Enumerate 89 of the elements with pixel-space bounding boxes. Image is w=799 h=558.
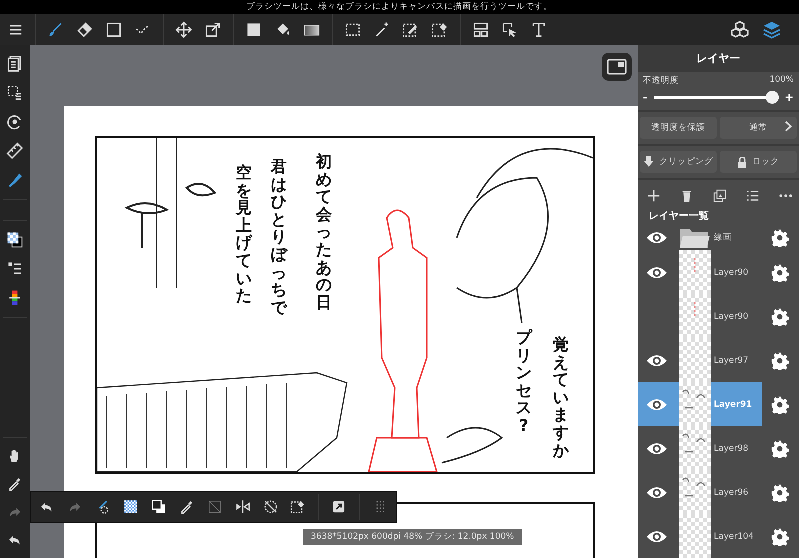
layer-name: Layer91 [714, 400, 752, 410]
filled-square-icon[interactable] [245, 20, 263, 38]
opacity-label: 不透明度 [643, 75, 679, 88]
plus-button[interactable]: + [784, 91, 794, 104]
layer-option-button[interactable]: クリッピング [640, 151, 717, 174]
speech-text: 覚えていますか [552, 336, 570, 460]
eraser-icon[interactable] [76, 20, 94, 38]
layer-option-button[interactable]: 透明度を保護 [640, 117, 717, 140]
eye-icon[interactable] [646, 266, 668, 280]
panel-title: レイヤー [638, 45, 799, 72]
folder-row[interactable]: 線画 [638, 225, 799, 250]
eye-icon[interactable] [646, 442, 668, 456]
clip-arrow-icon [644, 156, 654, 168]
layer-option-button[interactable]: 通常 [720, 117, 797, 140]
canvas-view-button[interactable] [602, 53, 632, 81]
panel-layout-icon[interactable] [472, 20, 490, 38]
layer-thumbnail [679, 514, 711, 558]
layer-name: Layer90 [714, 312, 749, 322]
settings-icon[interactable] [771, 308, 789, 326]
layers-icon[interactable] [762, 20, 782, 40]
selection-list-icon[interactable] [6, 84, 24, 102]
frame-icon [607, 59, 627, 75]
magic-wand-icon[interactable] [373, 20, 391, 38]
eye-icon[interactable] [646, 398, 668, 412]
layer-row[interactable]: Layer90 [638, 250, 799, 294]
layer-name: Layer98 [714, 444, 749, 454]
cubes-icon[interactable] [730, 20, 750, 40]
pointer-icon[interactable] [501, 20, 519, 38]
settings-icon[interactable] [771, 396, 789, 414]
layer-thumbnail [679, 250, 711, 295]
layer-thumbnail [679, 382, 711, 427]
swap-colors-icon[interactable] [150, 498, 167, 516]
deselect-icon[interactable] [206, 498, 223, 516]
move-arrows-icon[interactable] [175, 20, 193, 38]
transform-icon[interactable] [204, 20, 222, 38]
layer-name: Layer104 [714, 532, 754, 542]
checker-icon[interactable] [122, 498, 139, 516]
settings-icon[interactable] [771, 352, 789, 370]
layer-thumbnail [679, 338, 711, 383]
ruler-icon[interactable] [6, 142, 24, 160]
layer-row[interactable]: Layer98 [638, 426, 799, 470]
speech-text: プリンセス? [515, 329, 534, 435]
text-tool-icon[interactable] [530, 20, 548, 38]
layer-list-title: レイヤー一覧 [648, 210, 710, 224]
settings-icon[interactable] [771, 264, 789, 282]
square-outline-icon[interactable] [105, 20, 123, 38]
settings-icon[interactable] [771, 528, 789, 546]
lock-icon [738, 156, 746, 168]
eye-icon[interactable] [646, 486, 668, 500]
tool-tip-text: ブラシツールは、様々なブラシによりキャンバスに描画を行うツールです。 [246, 1, 552, 13]
minus-button[interactable]: - [643, 91, 648, 104]
slider-thumb[interactable] [766, 91, 779, 104]
list-icon[interactable] [746, 189, 760, 204]
layer-thumbnail [679, 426, 711, 471]
layer-row[interactable]: Layer96 [638, 470, 799, 514]
speech-text: 君はひとりぼっちで [270, 158, 289, 316]
layer-row[interactable]: Layer97 [638, 338, 799, 382]
eye-icon[interactable] [646, 530, 668, 544]
flip-icon[interactable] [234, 498, 250, 516]
rotate-off-icon[interactable] [262, 498, 278, 516]
layer-thumbnail [679, 470, 711, 515]
layer-thumbnail [679, 294, 711, 339]
canvas-info-text: 3638*5102px 600dpi 48% ブラシ: 12.0px 100% [303, 529, 522, 545]
opacity-value: 100% [770, 75, 794, 88]
chevron-icon [785, 121, 792, 132]
eye-icon[interactable] [646, 230, 668, 245]
settings-icon[interactable] [771, 484, 789, 502]
settings-icon[interactable] [771, 228, 789, 247]
add-icon[interactable] [647, 189, 661, 204]
layer-row[interactable]: Layer104 [638, 514, 799, 558]
trash-icon[interactable] [680, 189, 694, 204]
rotate-icon[interactable] [6, 113, 24, 131]
speech-text: 初めて会ったあの日 [314, 153, 333, 312]
speech-text: 空を見上げていた [234, 164, 254, 305]
layer-row[interactable]: Layer90 [638, 294, 799, 338]
folder-name: 線画 [714, 232, 732, 244]
settings-icon[interactable] [771, 440, 789, 458]
folder-icon [679, 226, 711, 249]
eye-icon[interactable] [646, 354, 668, 368]
pages-icon[interactable] [6, 55, 24, 73]
layer-option-button[interactable]: ロック [720, 151, 797, 174]
layer-name: Layer90 [714, 268, 749, 278]
layer-name: Layer97 [714, 356, 749, 366]
color-swatch-icon[interactable] [6, 231, 24, 249]
dropper-icon[interactable] [7, 476, 23, 492]
layer-name: Layer96 [714, 488, 749, 498]
brush-icon[interactable] [47, 20, 65, 38]
pen-icon[interactable] [6, 171, 24, 189]
image-layer-icon[interactable] [713, 189, 727, 204]
